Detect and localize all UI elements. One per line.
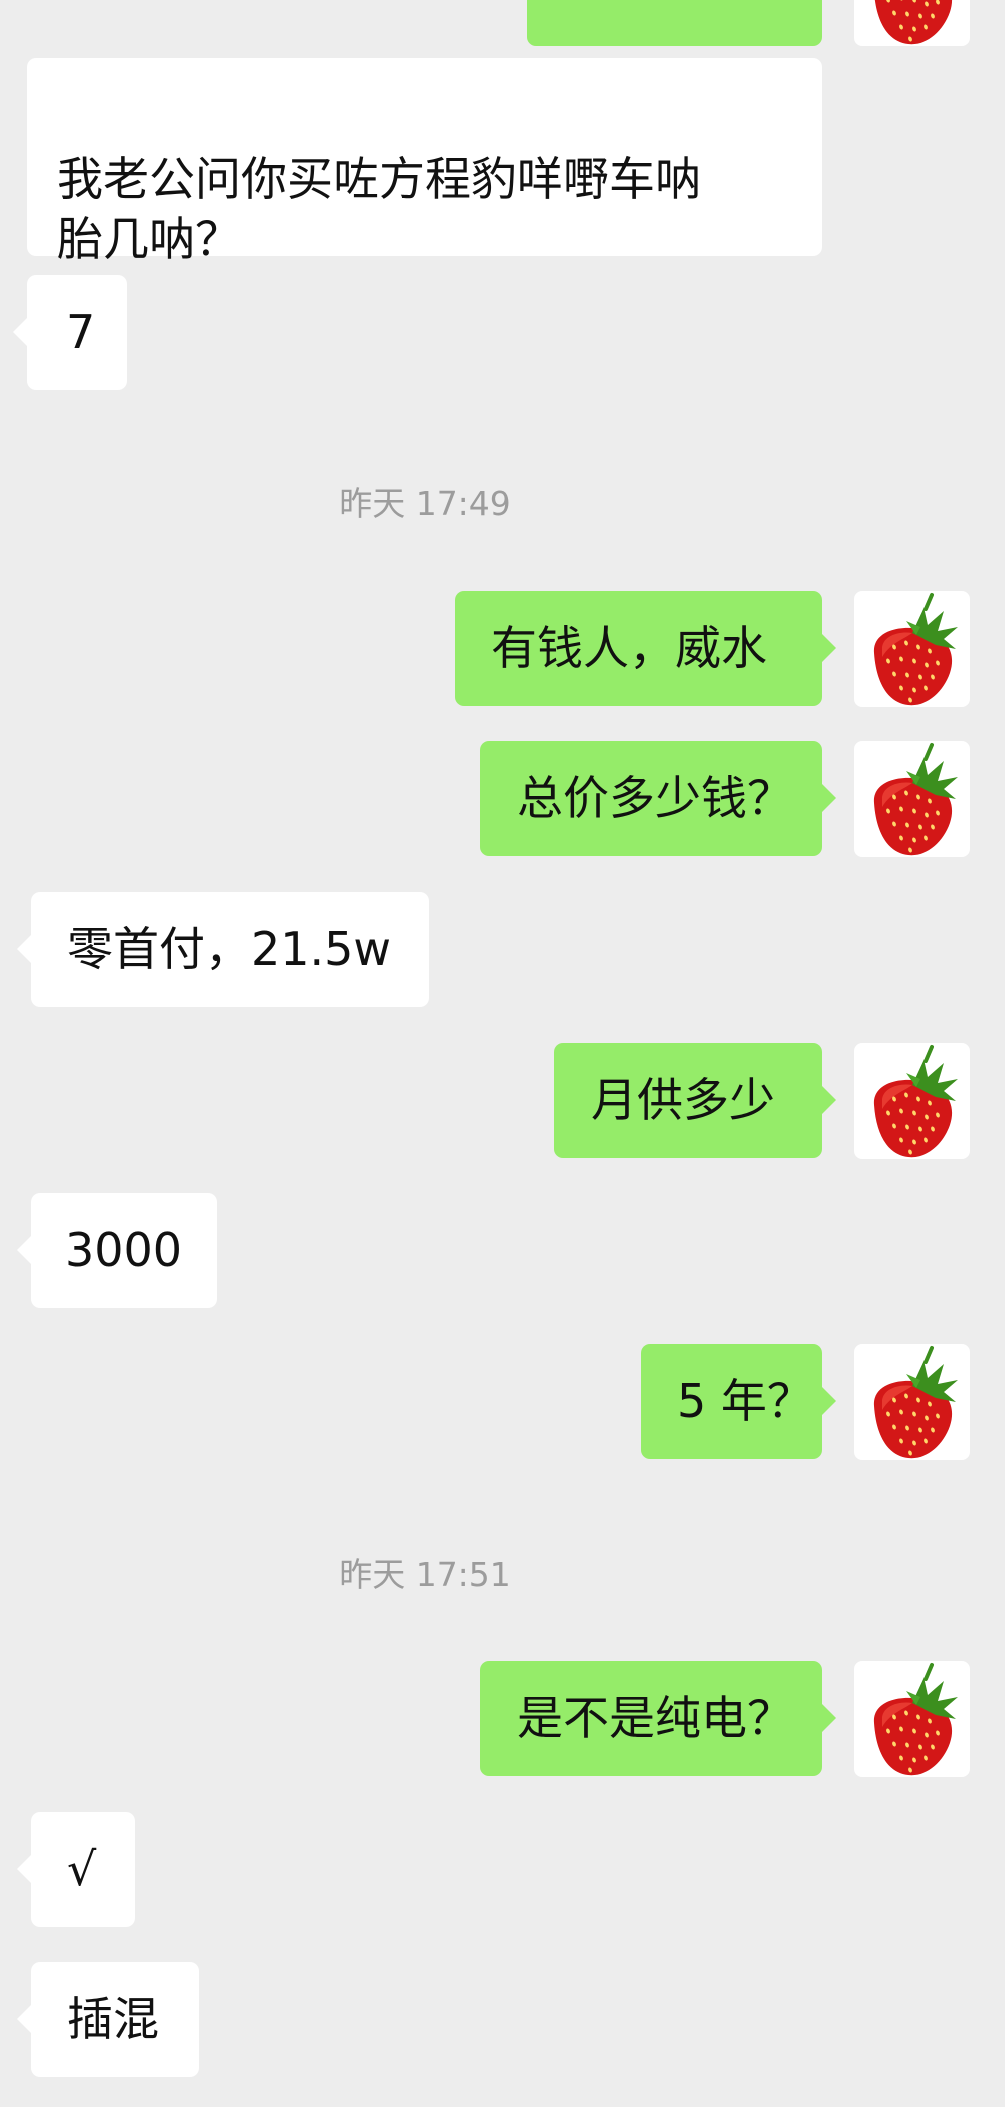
incoming-message-bubble[interactable]: 3000 (17, 1193, 217, 1308)
avatar[interactable] (854, 591, 970, 707)
outgoing-message-bubble[interactable]: 月供多少 (554, 1043, 836, 1158)
avatar[interactable] (854, 1043, 970, 1159)
incoming-message-bubble[interactable]: 我老公问你买咗方程豹咩嘢车呐 胎几呐？ (27, 58, 822, 266)
avatar[interactable] (854, 0, 970, 46)
message-text: √ (67, 1842, 97, 1896)
message-text: 零首付，21.5w (67, 922, 392, 976)
avatar[interactable] (854, 741, 970, 857)
message-text: 我老公问你买咗方程豹咩嘢车呐 胎几呐？ (57, 152, 701, 266)
message-text: 5 年？ (677, 1374, 813, 1428)
incoming-message-bubble[interactable]: 7 (13, 275, 127, 390)
avatar[interactable] (854, 1344, 970, 1460)
strawberry-icon (873, 1663, 958, 1776)
message-text: 月供多少 (591, 1073, 775, 1127)
message-text: 是不是纯电？ (517, 1691, 793, 1745)
strawberry-icon (873, 1346, 958, 1459)
incoming-message-bubble[interactable]: 插混 (17, 1962, 199, 2077)
outgoing-message-bubble[interactable]: 有钱人，威水 (455, 591, 836, 706)
timestamp: 昨天 17:49 (339, 484, 511, 523)
message-text: 有钱人，威水 (491, 621, 767, 675)
outgoing-message-bubble[interactable]: 5 年？ (641, 1344, 836, 1459)
outgoing-message-bubble[interactable]: 总价多少钱？ (480, 741, 836, 856)
message-text: 总价多少钱？ (517, 771, 793, 825)
outgoing-message-bubble[interactable]: 是不是纯电？ (480, 1661, 836, 1776)
strawberry-icon (873, 1045, 958, 1158)
avatar[interactable] (854, 1661, 970, 1777)
incoming-message-bubble[interactable]: √ (17, 1812, 135, 1927)
message-text: 3000 (65, 1223, 183, 1277)
strawberry-icon (873, 593, 958, 706)
outgoing-message-bubble[interactable] (527, 0, 822, 46)
strawberry-icon (873, 743, 958, 856)
timestamp: 昨天 17:51 (339, 1555, 511, 1594)
incoming-message-bubble[interactable]: 零首付，21.5w (17, 892, 429, 1007)
strawberry-icon (874, 0, 952, 45)
message-text: 插混 (67, 1992, 159, 2046)
message-text: 7 (66, 305, 96, 359)
